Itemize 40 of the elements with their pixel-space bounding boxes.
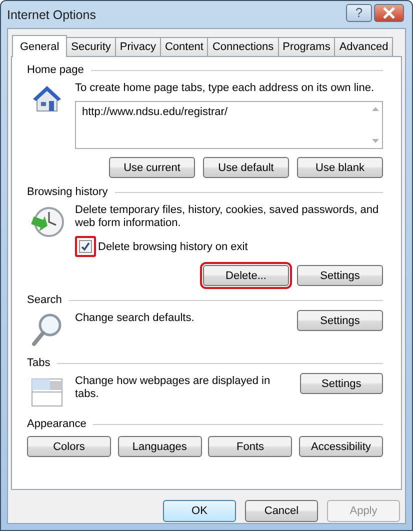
dialog-button[interactable]: Delete... (203, 265, 289, 286)
tab[interactable]: General (12, 35, 68, 57)
check-mark-icon (81, 242, 90, 251)
group-heading: Appearance (27, 418, 86, 430)
description-text: Change how webpages are displayed in tabs. (75, 374, 272, 401)
description-text: To create home page tabs, type each address on its own line. (75, 81, 374, 95)
tab[interactable]: Security (66, 37, 116, 56)
dialog-button[interactable]: Colors (27, 436, 111, 457)
home-page-field[interactable]: http://www.ndsu.edu/registrar/ (75, 101, 383, 149)
checkbox[interactable] (75, 236, 96, 257)
description-text: Change search defaults. (75, 311, 194, 325)
window-title: Internet Options (7, 8, 96, 22)
dialog-button[interactable]: Cancel (245, 500, 318, 522)
dialog-button[interactable]: Settings (297, 265, 383, 286)
help-button[interactable]: ? (346, 4, 372, 22)
description-text: Delete temporary files, history, cookies, saved passwords, and web form information. (75, 203, 380, 230)
dialog-button[interactable]: Fonts (208, 436, 292, 457)
group-heading: Browsing history (27, 186, 108, 198)
settings-button[interactable]: Settings (297, 310, 383, 331)
tab[interactable]: Advanced (334, 37, 394, 56)
dialog-button[interactable]: Accessibility (298, 436, 383, 457)
close-button[interactable] (374, 4, 404, 22)
tab[interactable]: Privacy (114, 37, 161, 56)
search-icon (31, 313, 63, 347)
tabs-icon (31, 376, 63, 408)
dialog-button[interactable]: Languages (118, 436, 202, 457)
tab[interactable]: Programs (278, 37, 336, 56)
group-heading: Home page (27, 64, 84, 76)
checkbox-option[interactable]: Delete browsing history on exit (75, 236, 383, 257)
dialog-button[interactable]: Use default (203, 157, 289, 178)
close-icon (382, 6, 396, 18)
dialog-button[interactable]: OK (163, 500, 236, 522)
clock-icon (30, 205, 64, 239)
tab[interactable]: Connections (207, 37, 279, 56)
dialog-button[interactable]: Use current (109, 157, 195, 178)
group-heading: Tabs (27, 357, 50, 369)
dialog-button[interactable]: Use blank (297, 157, 383, 178)
group-heading: Search (27, 294, 62, 306)
tab[interactable]: Content (160, 37, 208, 56)
settings-button[interactable]: Settings (300, 373, 383, 394)
